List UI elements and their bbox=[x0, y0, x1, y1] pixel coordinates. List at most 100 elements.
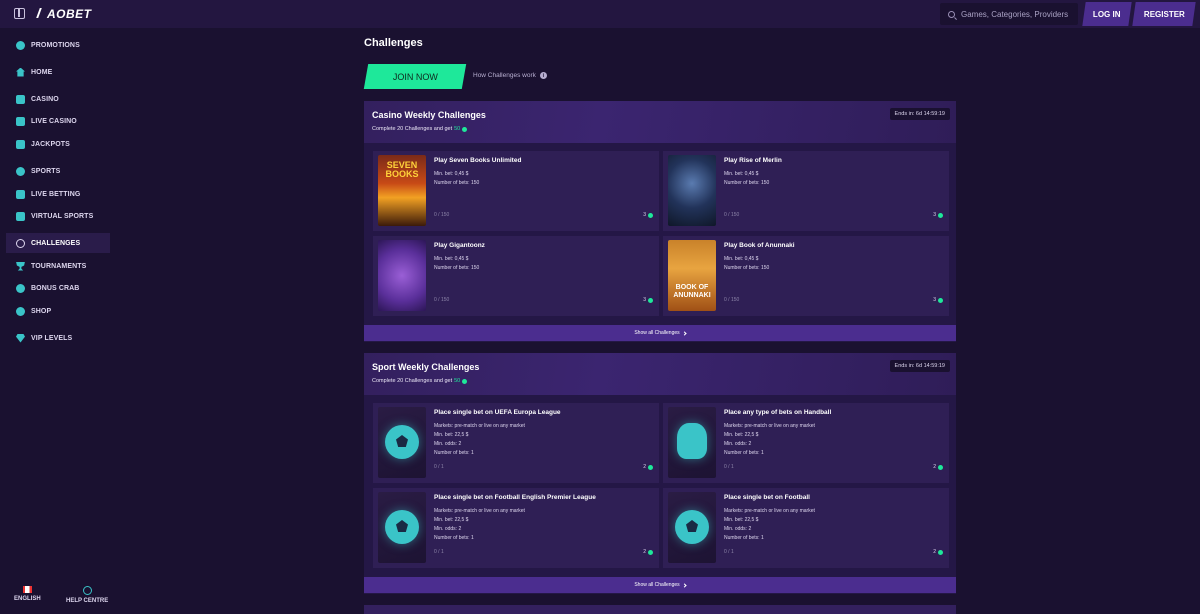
challenge-card[interactable]: SEVEN BOOKS Play Seven Books Unlimited M… bbox=[373, 151, 659, 231]
sidebar-item-label: CHALLENGES bbox=[31, 239, 81, 247]
section-subtitle: Complete 20 Challenges and get 50 bbox=[372, 378, 468, 384]
sidebar-item-promotions[interactable]: PROMOTIONS bbox=[6, 35, 110, 55]
card-detail: Markets: pre-match or live on any market bbox=[434, 423, 525, 429]
card-title: Play Book of Anunnaki bbox=[724, 242, 795, 249]
card-progress: 0 / 1 bbox=[434, 464, 444, 470]
coin-icon bbox=[938, 212, 943, 218]
sidebar-item-jackpots[interactable]: JACKPOTS bbox=[6, 134, 110, 154]
join-now-label: JOIN NOW bbox=[392, 71, 438, 82]
sidebar-item-label: JACKPOTS bbox=[31, 140, 70, 148]
card-detail: Min. bet: 22,5 $ bbox=[434, 517, 469, 523]
card-detail: Min. odds: 2 bbox=[434, 526, 462, 532]
card-detail: Number of bets: 150 bbox=[724, 265, 770, 271]
card-reward: 2 bbox=[643, 464, 653, 470]
sidebar-item-vip-levels[interactable]: VIP LEVELS bbox=[6, 328, 110, 348]
challenge-card[interactable]: Place single bet on UEFA Europa League M… bbox=[373, 403, 659, 483]
sidebar-item-challenges[interactable]: CHALLENGES bbox=[6, 233, 110, 253]
language-selector[interactable]: ENGLISH bbox=[14, 586, 41, 602]
challenge-card[interactable]: Place single bet on Football Markets: pr… bbox=[663, 488, 949, 568]
football-icon bbox=[385, 510, 419, 544]
card-progress: 0 / 150 bbox=[724, 297, 740, 303]
sidebar-item-home[interactable]: HOME bbox=[6, 62, 110, 82]
join-now-button[interactable]: JOIN NOW bbox=[363, 64, 467, 89]
sidebar-toggle-icon[interactable] bbox=[14, 8, 25, 19]
shop-icon bbox=[16, 306, 25, 316]
sidebar-item-bonus-crab[interactable]: BONUS CRAB bbox=[6, 278, 110, 298]
help-icon bbox=[82, 586, 92, 595]
sidebar-item-label: LIVE BETTING bbox=[31, 190, 81, 198]
countdown-badge: Ends in: 6d 14:59:19 bbox=[889, 360, 950, 372]
reward-value: 3 bbox=[643, 212, 646, 218]
card-progress: 0 / 150 bbox=[434, 297, 450, 303]
card-reward: 3 bbox=[643, 212, 653, 218]
next-section-peek bbox=[364, 605, 956, 614]
brand-logo[interactable]: AOBET bbox=[36, 7, 92, 21]
sidebar-item-label: VIP LEVELS bbox=[31, 334, 73, 342]
sidebar-item-live-betting[interactable]: LIVE BETTING bbox=[6, 184, 110, 204]
card-detail: Markets: pre-match or live on any market bbox=[724, 423, 815, 429]
sidebar-item-virtual-sports[interactable]: VIRTUAL SPORTS bbox=[6, 206, 110, 226]
card-reward: 2 bbox=[933, 549, 943, 555]
sport-thumbnail bbox=[668, 407, 716, 478]
page-title: Challenges bbox=[364, 37, 423, 49]
card-detail: Min. bet: 0,45 $ bbox=[434, 256, 469, 262]
sidebar-item-live-casino[interactable]: LIVE CASINO bbox=[6, 111, 110, 131]
card-detail: Number of bets: 1 bbox=[724, 535, 764, 541]
login-label: LOG IN bbox=[1093, 9, 1121, 19]
challenge-card[interactable]: Play Gigantoonz Min. bet: 0,45 $ Number … bbox=[373, 236, 659, 316]
challenge-card[interactable]: Play Rise of Merlin Min. bet: 0,45 $ Num… bbox=[663, 151, 949, 231]
register-button[interactable]: REGISTER bbox=[1132, 2, 1196, 26]
card-detail: Number of bets: 1 bbox=[724, 450, 764, 456]
game-thumbnail bbox=[378, 240, 426, 311]
football-icon bbox=[385, 425, 419, 459]
info-icon: i bbox=[539, 72, 547, 79]
sidebar-item-tournaments[interactable]: TOURNAMENTS bbox=[6, 256, 110, 276]
sidebar-item-label: CASINO bbox=[31, 95, 59, 103]
challenges-icon bbox=[16, 238, 25, 248]
reward-value: 3 bbox=[933, 212, 936, 218]
card-detail: Number of bets: 1 bbox=[434, 450, 474, 456]
reward-value: 2 bbox=[643, 549, 646, 555]
card-detail: Min. bet: 0,45 $ bbox=[434, 171, 469, 177]
sport-challenges-section: Sport Weekly Challenges Complete 20 Chal… bbox=[364, 353, 956, 594]
reward-value: 3 bbox=[643, 297, 646, 303]
sidebar: PROMOTIONS HOME CASINO LIVE CASINO JACKP… bbox=[0, 28, 112, 614]
card-title: Place any type of bets on Handball bbox=[724, 409, 832, 416]
home-icon bbox=[16, 67, 25, 77]
handball-icon bbox=[677, 423, 707, 459]
virtual-sports-icon bbox=[16, 211, 25, 221]
casino-icon bbox=[16, 94, 25, 104]
challenge-card[interactable]: Place any type of bets on Handball Marke… bbox=[663, 403, 949, 483]
subtitle-text: Complete 20 Challenges and get bbox=[372, 126, 453, 132]
card-title: Place single bet on Football English Pre… bbox=[434, 494, 596, 501]
canada-flag-icon bbox=[22, 586, 32, 593]
help-centre-link[interactable]: HELP CENTRE bbox=[66, 586, 108, 604]
jackpots-icon bbox=[16, 139, 25, 149]
how-challenges-work-link[interactable]: How Challenges work i bbox=[473, 72, 547, 79]
challenge-card[interactable]: Place single bet on Football English Pre… bbox=[373, 488, 659, 568]
card-detail: Markets: pre-match or live on any market bbox=[724, 508, 815, 514]
search-input[interactable] bbox=[961, 9, 1071, 19]
sidebar-item-casino[interactable]: CASINO bbox=[6, 89, 110, 109]
card-reward: 2 bbox=[933, 464, 943, 470]
login-button[interactable]: LOG IN bbox=[1082, 2, 1132, 26]
sidebar-item-shop[interactable]: SHOP bbox=[6, 301, 110, 321]
thumbnail-title: SEVEN BOOKS bbox=[385, 160, 419, 179]
card-detail: Min. odds: 2 bbox=[724, 441, 752, 447]
reward-amount: 50 bbox=[454, 378, 461, 384]
card-title: Play Rise of Merlin bbox=[724, 157, 782, 164]
live-casino-icon bbox=[16, 116, 25, 126]
challenge-card[interactable]: BOOK OF ANUNNAKI Play Book of Anunnaki M… bbox=[663, 236, 949, 316]
coin-icon bbox=[648, 297, 653, 303]
show-all-challenges-button[interactable]: Show all Challenges bbox=[364, 577, 956, 593]
show-all-label: Show all Challenges bbox=[634, 330, 680, 336]
sidebar-item-label: LIVE CASINO bbox=[31, 117, 77, 125]
reward-value: 2 bbox=[933, 464, 936, 470]
coin-icon bbox=[462, 378, 468, 384]
card-reward: 2 bbox=[643, 549, 653, 555]
search-box[interactable] bbox=[940, 3, 1078, 25]
show-all-challenges-button[interactable]: Show all Challenges bbox=[364, 325, 956, 341]
sidebar-item-label: SHOP bbox=[31, 307, 52, 315]
card-detail: Min. bet: 22,5 $ bbox=[724, 517, 759, 523]
sidebar-item-sports[interactable]: SPORTS bbox=[6, 161, 110, 181]
